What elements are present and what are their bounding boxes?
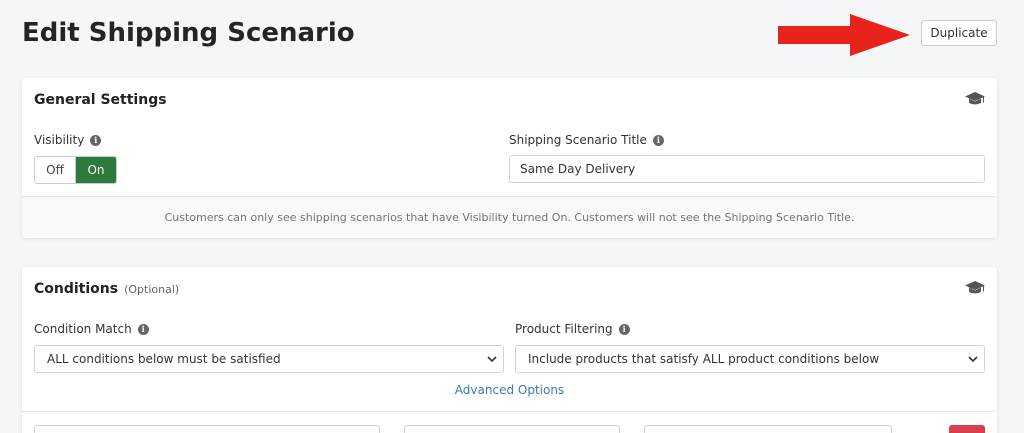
scenario-title-label: Shipping Scenario Title i xyxy=(509,133,664,147)
scenario-title-label-text: Shipping Scenario Title xyxy=(509,133,647,147)
info-circle-icon[interactable]: i xyxy=(137,323,149,335)
product-filtering-select[interactable]: Include products that satisfy ALL produc… xyxy=(515,345,985,373)
chevron-down-icon xyxy=(487,356,497,363)
condition-match-label: Condition Match i xyxy=(34,322,149,336)
visibility-note: Customers can only see shipping scenario… xyxy=(22,197,997,238)
info-circle-icon[interactable]: i xyxy=(90,134,102,146)
condition-operator-stub[interactable] xyxy=(404,425,620,433)
advanced-options-link[interactable]: Advanced Options xyxy=(22,383,997,397)
visibility-toggle[interactable]: Off On xyxy=(34,156,117,184)
scenario-title-input[interactable]: Same Day Delivery xyxy=(509,155,985,183)
general-settings-title: General Settings xyxy=(34,92,167,108)
product-filtering-label-text: Product Filtering xyxy=(515,322,613,336)
product-filtering-value: Include products that satisfy ALL produc… xyxy=(528,352,880,366)
condition-match-select[interactable]: ALL conditions below must be satisfied xyxy=(34,345,504,373)
visibility-label-text: Visibility xyxy=(34,133,85,147)
duplicate-button[interactable]: Duplicate xyxy=(921,20,997,46)
condition-match-label-text: Condition Match xyxy=(34,322,132,336)
visibility-on-option[interactable]: On xyxy=(76,157,116,183)
conditions-card: Conditions (Optional) Condition Match i A… xyxy=(22,267,997,433)
product-filtering-label: Product Filtering i xyxy=(515,322,630,336)
condition-match-value: ALL conditions below must be satisfied xyxy=(47,352,281,366)
right-arrow-icon xyxy=(778,14,910,56)
delete-condition-button[interactable] xyxy=(949,425,985,433)
visibility-label: Visibility i xyxy=(34,133,102,147)
info-circle-icon[interactable]: i xyxy=(652,134,664,146)
divider xyxy=(22,411,997,412)
optional-tag: (Optional) xyxy=(124,283,180,296)
graduation-cap-icon[interactable] xyxy=(965,92,985,106)
general-settings-card: General Settings Visibility i Off On Shi… xyxy=(22,78,997,238)
chevron-down-icon xyxy=(968,356,978,363)
condition-value-stub[interactable] xyxy=(644,425,892,433)
condition-field-stub[interactable] xyxy=(34,425,380,433)
visibility-off-option[interactable]: Off xyxy=(35,157,76,183)
conditions-title-text: Conditions xyxy=(34,281,119,297)
page-title: Edit Shipping Scenario xyxy=(22,18,355,48)
conditions-title: Conditions (Optional) xyxy=(34,281,179,297)
graduation-cap-icon[interactable] xyxy=(965,281,985,295)
info-circle-icon[interactable]: i xyxy=(618,323,630,335)
